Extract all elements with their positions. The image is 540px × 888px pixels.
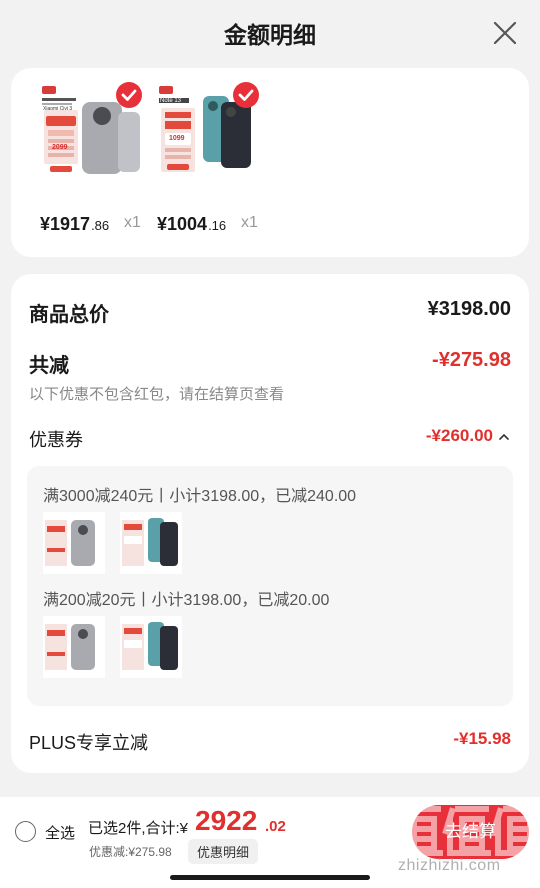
home-indicator: [170, 875, 370, 880]
product-thumb-price: 1099: [169, 135, 185, 142]
product-item[interactable]: Note 13 1099 ¥1004.16 x1: [157, 82, 259, 234]
product-quantity: x1: [124, 214, 141, 231]
plus-discount-label: PLUS专享立减: [29, 733, 149, 753]
product-item[interactable]: Xiaomi Civi 3 2099 ¥1917.86 x1: [40, 82, 142, 234]
coupon-row[interactable]: 优惠券 -¥260.00: [29, 426, 511, 452]
product-thumb-label: Xiaomi Civi 3: [43, 106, 73, 112]
checkout-bar: 全选 已选2件,合计:¥ 2922 .02 优惠减:¥275.98 优惠明细 去…: [0, 797, 540, 888]
plus-discount-value: -¥15.98: [453, 729, 511, 748]
total-discount-label: 共减: [29, 355, 69, 377]
selected-summary: 已选2件,合计:¥: [88, 820, 189, 837]
checked-icon[interactable]: [233, 82, 259, 108]
total-amount-decimal: .02: [265, 818, 286, 835]
subtotal-value: ¥3198.00: [427, 298, 511, 320]
discount-details-button[interactable]: 优惠明细: [188, 839, 259, 864]
discount-note: 以下优惠不包含红包，请在结算页查看: [29, 386, 285, 403]
coupon-product-thumbnail: [43, 512, 105, 574]
product-quantity: x1: [241, 214, 258, 231]
chevron-up-icon[interactable]: [497, 430, 511, 444]
coupon-product-thumbnail: [120, 616, 182, 678]
subtotal-row: 商品总价 ¥3198.00: [29, 298, 511, 326]
coupon-title: 满200减20元丨小计3198.00，已减20.00: [43, 592, 330, 609]
coupon-product-thumbnail: [120, 512, 182, 574]
price-integer: ¥1004: [157, 214, 208, 234]
select-all-radio[interactable]: [15, 821, 36, 842]
product-thumbnail[interactable]: Xiaomi Civi 3 2099: [40, 82, 142, 186]
price-decimal: .16: [208, 218, 227, 233]
total-discount-value: -¥275.98: [432, 349, 511, 371]
product-price: ¥1917.86: [40, 214, 109, 235]
plus-discount-row: PLUS专享立减 -¥15.98: [29, 729, 511, 755]
product-thumb-price: 2099: [52, 144, 68, 151]
products-card: Xiaomi Civi 3 2099 ¥1917.86 x1 Note 13 1…: [11, 68, 529, 257]
price-decimal: .86: [91, 218, 110, 233]
close-icon[interactable]: [490, 18, 520, 48]
saved-amount: 优惠减:¥275.98: [89, 845, 172, 859]
price-integer: ¥1917: [40, 214, 91, 234]
select-all-label[interactable]: 全选: [45, 822, 75, 843]
header: 金额明细: [0, 0, 540, 66]
page-title: 金额明细: [224, 22, 316, 48]
price-details-card: 商品总价 ¥3198.00 共减 -¥275.98 以下优惠不包含红包，请在结算…: [11, 274, 529, 773]
total-discount-row: 共减 -¥275.98: [29, 349, 511, 377]
watermark-logo: [394, 797, 540, 857]
watermark-text: zhizhizhi.com: [398, 857, 501, 874]
coupon-title: 满3000减240元丨小计3198.00，已减240.00: [43, 488, 357, 505]
total-amount: 2922: [195, 805, 258, 836]
checked-icon[interactable]: [116, 82, 142, 108]
product-price: ¥1004.16: [157, 214, 226, 235]
coupon-label: 优惠券: [29, 430, 83, 450]
coupon-product-thumbnail: [43, 616, 105, 678]
coupon-details-panel: 满3000减240元丨小计3198.00，已减240.00 满200减20元丨小…: [27, 466, 513, 706]
subtotal-label: 商品总价: [29, 304, 109, 326]
coupon-value: -¥260.00: [425, 426, 493, 445]
product-thumb-label: Note 13: [160, 98, 182, 104]
product-thumbnail[interactable]: Note 13 1099: [157, 82, 259, 186]
